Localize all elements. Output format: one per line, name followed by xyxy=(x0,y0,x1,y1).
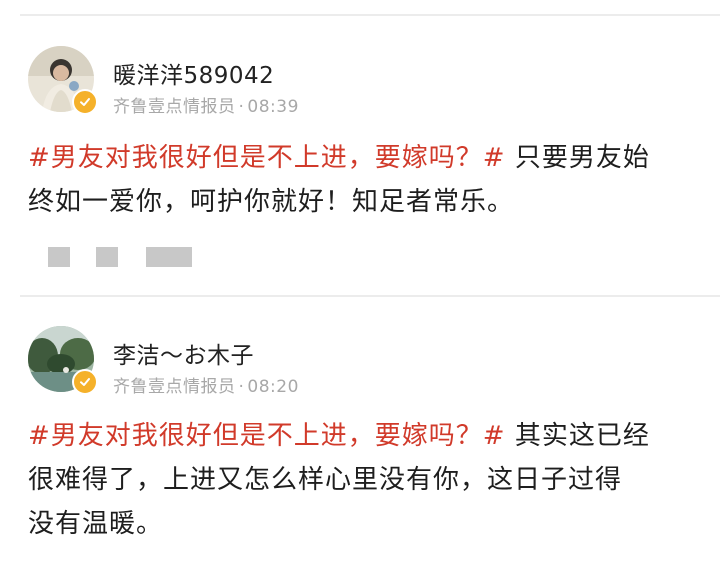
post-text-line2: 很难得了，上进又怎么样心里没有你，这日子过得 xyxy=(28,465,623,495)
post-text-line1: 只要男友始 xyxy=(505,143,650,173)
post-time: 08:20 xyxy=(247,377,299,397)
source-label: 齐鲁壹点情报员 xyxy=(113,377,236,397)
post-divider xyxy=(20,295,720,297)
topic-link[interactable]: #男友对我很好但是不上进，要嫁吗？# xyxy=(28,421,506,451)
redacted-block xyxy=(96,247,118,267)
avatar-container[interactable] xyxy=(28,326,98,395)
redacted-block xyxy=(146,247,192,267)
verified-badge-icon xyxy=(72,89,98,115)
post-content: #男友对我很好但是不上进，要嫁吗？# 其实这已经 很难得了，上进又怎么样心里没有… xyxy=(28,414,698,546)
redacted-block xyxy=(48,247,70,267)
top-divider xyxy=(20,14,720,16)
meta-separator: · xyxy=(238,97,245,117)
weibo-feed: 暖洋洋589042 齐鲁壹点情报员 · 08:39 #男友对我很好但是不上进，要嫁吗… xyxy=(0,0,720,561)
source-label: 齐鲁壹点情报员 xyxy=(113,97,236,117)
post-text-line1: 其实这已经 xyxy=(505,421,650,451)
post-content: #男友对我很好但是不上进，要嫁吗？# 只要男友始 终如一爱你，呵护你就好！知足者… xyxy=(28,136,698,224)
topic-link[interactable]: #男友对我很好但是不上进，要嫁吗？# xyxy=(28,143,506,173)
post-text-line2: 终如一爱你，呵护你就好！知足者常乐。 xyxy=(28,187,515,217)
username[interactable]: 李洁～お木子 xyxy=(113,336,254,370)
post-text-line3: 没有温暖。 xyxy=(28,509,164,539)
post-meta: 齐鲁壹点情报员 · 08:39 xyxy=(113,92,299,117)
verified-badge-icon xyxy=(72,369,98,395)
avatar-container[interactable] xyxy=(28,46,98,115)
post-time: 08:39 xyxy=(247,97,299,117)
username[interactable]: 暖洋洋589042 xyxy=(113,56,274,90)
meta-separator: · xyxy=(238,377,245,397)
post-meta: 齐鲁壹点情报员 · 08:20 xyxy=(113,372,299,397)
